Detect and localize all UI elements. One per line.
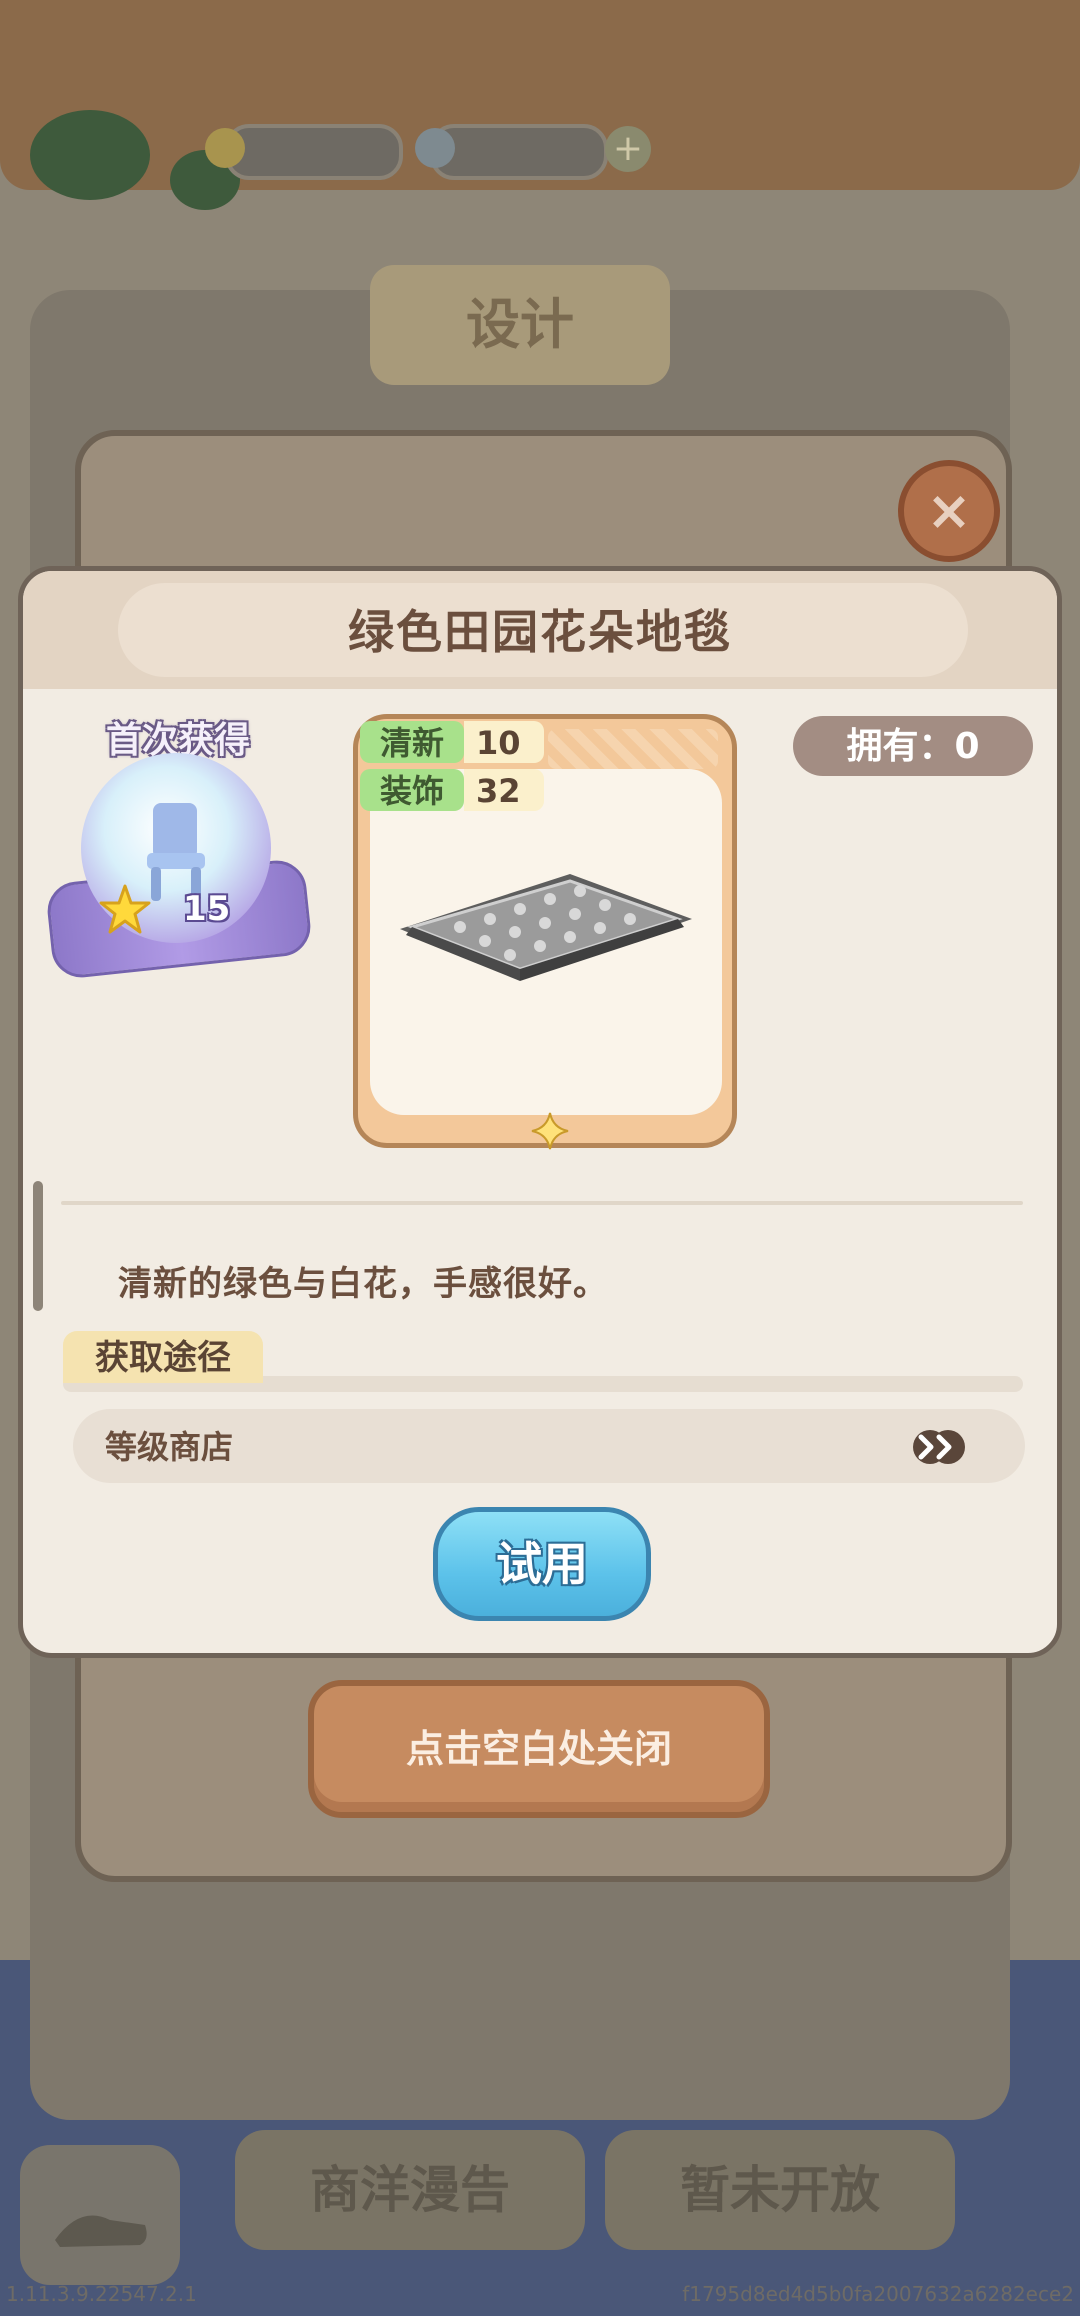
- stat-key-decor: 装饰: [360, 769, 464, 811]
- source-tab: 获取途径: [63, 1331, 263, 1383]
- coin-counter: [225, 124, 403, 180]
- stat-value-fresh: 10: [464, 721, 544, 763]
- stat-value-decor: 32: [464, 769, 544, 811]
- add-gem-button[interactable]: +: [605, 126, 651, 172]
- bush-decoration: [30, 110, 150, 200]
- owned-count: 拥有：0: [793, 716, 1033, 776]
- corner-shoe-button[interactable]: [20, 2145, 180, 2285]
- version-label: 1.11.3.9.22547.2.1: [6, 2282, 197, 2306]
- try-button[interactable]: 试用: [433, 1507, 651, 1621]
- item-description: 清新的绿色与白花，手感很好。: [118, 1264, 608, 1304]
- source-level-shop[interactable]: 等级商店: [73, 1409, 1025, 1483]
- popup-title: 绿色田园花朵地毯: [348, 605, 732, 659]
- gem-icon: [415, 128, 455, 168]
- design-tab[interactable]: 设计: [370, 265, 670, 385]
- coin-icon: [205, 128, 245, 168]
- bottom-tab-1[interactable]: 商洋漫告: [235, 2130, 585, 2250]
- item-preview: [370, 769, 722, 1115]
- close-icon[interactable]: ×: [898, 460, 1000, 562]
- card-pattern: [548, 729, 718, 769]
- star-icon: [99, 884, 151, 934]
- scrollbar[interactable]: [33, 1181, 43, 1311]
- close-hint-button[interactable]: 点击空白处关闭: [308, 1680, 770, 1818]
- item-detail-popup: 绿色田园花朵地毯 首次获得 15 清新 10 装饰 32 拥有：0 清新的绿色与…: [18, 566, 1062, 1658]
- shoe-icon: [55, 2215, 147, 2247]
- divider: [61, 1201, 1023, 1205]
- bottom-tab-2[interactable]: 暂未开放: [605, 2130, 955, 2250]
- item-card: 清新 10 装饰 32: [353, 714, 737, 1150]
- double-chevron-right-icon: [913, 1430, 965, 1464]
- reward-count: 15: [183, 889, 231, 929]
- gem-counter: [430, 124, 608, 180]
- stat-key-fresh: 清新: [360, 721, 464, 763]
- sparkle-icon: [531, 1112, 569, 1150]
- rug-image: [400, 874, 692, 981]
- build-hash: f1795d8ed4d5b0fa2007632a6282ece2: [682, 2282, 1074, 2306]
